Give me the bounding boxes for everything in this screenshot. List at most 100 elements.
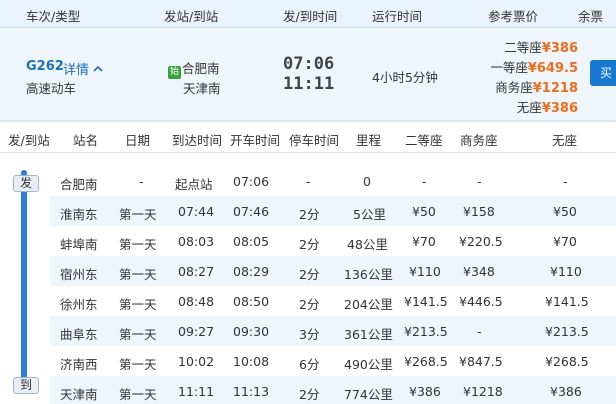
table-row[interactable]: 徐州东 第一天 08:48 08:50 2分 204公里 ¥141.5 ¥446… (50, 286, 616, 316)
stop-day: 第一天 (119, 387, 157, 402)
stop-day: 第一天 (119, 237, 157, 252)
business-class-price: ¥348 (463, 264, 495, 279)
detail-toggle[interactable]: 详情 (63, 59, 103, 78)
table-row[interactable]: 宿州东 第一天 08:27 08:29 2分 136公里 ¥110 ¥348 ¥… (50, 256, 616, 286)
stop-day: 第一天 (119, 207, 157, 222)
business-class-price: - (477, 174, 482, 189)
station-name: 宿州东 (60, 267, 98, 282)
second-class-price: ¥110 (409, 264, 441, 279)
mileage: 490公里 (344, 357, 393, 372)
buy-button[interactable]: 买 (590, 60, 616, 86)
mileage: 361公里 (344, 327, 393, 342)
station-name: 蚌埠南 (60, 237, 98, 252)
arrive-time-cell: 08:48 (178, 294, 215, 309)
col-day: 日期 (125, 133, 151, 148)
results-header: 车次/类型 发站/到站 发/到时间 运行时间 参考票价 余票 (0, 0, 616, 28)
no-seat-price: ¥141.5 (545, 294, 589, 309)
stop-duration: - (306, 174, 311, 189)
business-class-price: ¥847.5 (459, 354, 503, 369)
run-duration: 4小时5分钟 (372, 70, 438, 85)
depart-time-cell: 11:13 (233, 384, 270, 399)
route-track (21, 170, 27, 385)
arrive-time-cell: 07:44 (178, 204, 215, 219)
col-depart: 开车时间 (230, 133, 281, 148)
start-station-badge: 始 (168, 66, 181, 79)
train-type: 高速动车 (26, 81, 77, 96)
stop-duration: 6分 (299, 357, 320, 372)
mileage: 204公里 (344, 297, 393, 312)
price-list: 二等座¥386 一等座¥649.5 商务座¥1218 无座¥386 (474, 38, 578, 118)
col-marker: 发/到站 (8, 133, 50, 148)
no-seat-price: ¥268.5 (545, 354, 589, 369)
chevron-up-icon (93, 65, 103, 72)
arrive-time: 11:11 (283, 74, 335, 94)
col-no-seat: 无座 (552, 133, 578, 148)
second-class-price: - (422, 174, 427, 189)
business-class-price: ¥1218 (463, 384, 503, 399)
station-name: 徐州东 (60, 297, 98, 312)
business-class-price: - (477, 324, 482, 339)
price-first-class: 一等座¥649.5 (490, 60, 578, 76)
col-station: 站名 (73, 133, 99, 148)
arrive-marker: 到 (13, 377, 39, 394)
table-row[interactable]: 蚌埠南 第一天 08:03 08:05 2分 48公里 ¥70 ¥220.5 ¥… (50, 226, 616, 256)
depart-time-cell: 08:50 (233, 294, 270, 309)
from-station-name: 合肥南 (182, 61, 220, 76)
mileage: 0 (363, 174, 371, 189)
table-row[interactable]: 济南西 第一天 10:02 10:08 6分 490公里 ¥268.5 ¥847… (50, 346, 616, 376)
depart-marker: 发 (13, 175, 39, 192)
mileage: 48公里 (347, 237, 388, 252)
station-name: 曲阜东 (60, 327, 98, 342)
no-seat-price: ¥70 (553, 234, 577, 249)
mileage: 5公里 (353, 207, 386, 222)
depart-time-cell: 09:30 (233, 324, 270, 339)
no-seat-price: ¥50 (553, 204, 577, 219)
no-seat-price: ¥386 (550, 384, 582, 399)
second-class-price: ¥386 (409, 384, 441, 399)
depart-time-cell: 10:08 (233, 354, 270, 369)
second-class-price: ¥213.5 (404, 324, 448, 339)
price-no-seat: 无座¥386 (516, 100, 578, 116)
detail-label: 详情 (63, 63, 90, 78)
stop-day: 第一天 (119, 357, 157, 372)
stop-duration: 2分 (299, 207, 320, 222)
table-row[interactable]: 淮南东 第一天 07:44 07:46 2分 5公里 ¥50 ¥158 ¥50 (50, 196, 616, 226)
to-station[interactable]: 天津南 (183, 78, 221, 97)
stop-detail-panel: 发/到站 站名 日期 到达时间 开车时间 停车时间 里程 二等座 商务座 无座 … (0, 121, 616, 404)
stop-duration: 2分 (299, 237, 320, 252)
header-price: 参考票价 (488, 9, 539, 24)
header-times: 发/到时间 (283, 9, 338, 24)
train-summary-row: G262 详情 高速动车 始合肥南 天津南 07:06 11:11 4小时5分钟… (0, 28, 616, 150)
header-duration: 运行时间 (372, 9, 423, 24)
depart-time-cell: 08:05 (233, 234, 270, 249)
arrive-time-cell: 11:11 (178, 384, 215, 399)
mileage: 136公里 (344, 267, 393, 282)
stop-day: 第一天 (119, 327, 157, 342)
second-class-price: ¥70 (412, 234, 436, 249)
table-row[interactable]: 合肥南 - 起点站 07:06 - 0 - - - (50, 166, 616, 196)
table-row[interactable]: 曲阜东 第一天 09:27 09:30 3分 361公里 ¥213.5 - ¥2… (50, 316, 616, 346)
stop-duration: 2分 (299, 297, 320, 312)
col-second-class: 二等座 (405, 133, 443, 148)
depart-time-cell: 07:06 (233, 174, 270, 189)
depart-time-cell: 07:46 (233, 204, 270, 219)
col-arrive: 到达时间 (172, 133, 223, 148)
col-mileage: 里程 (356, 133, 382, 148)
depart-time-cell: 08:29 (233, 264, 270, 279)
arrive-time-cell: 起点站 (175, 177, 213, 192)
no-seat-price: ¥110 (550, 264, 582, 279)
stop-table-header: 发/到站 站名 日期 到达时间 开车时间 停车时间 里程 二等座 商务座 无座 (0, 122, 616, 153)
header-extra: 余票 (578, 9, 604, 24)
station-name: 合肥南 (60, 177, 98, 192)
header-train-type: 车次/类型 (26, 9, 81, 24)
stop-duration: 3分 (299, 327, 320, 342)
col-business-class: 商务座 (460, 133, 498, 148)
arrive-time-cell: 08:27 (178, 264, 215, 279)
second-class-price: ¥268.5 (404, 354, 448, 369)
business-class-price: ¥220.5 (459, 234, 503, 249)
train-code[interactable]: G262 (26, 59, 64, 74)
table-row[interactable]: 天津南 第一天 11:11 11:13 2分 774公里 ¥386 ¥1218 … (50, 376, 616, 404)
from-station[interactable]: 始合肥南 (168, 58, 220, 79)
no-seat-price: - (563, 174, 568, 189)
stop-day: 第一天 (119, 297, 157, 312)
